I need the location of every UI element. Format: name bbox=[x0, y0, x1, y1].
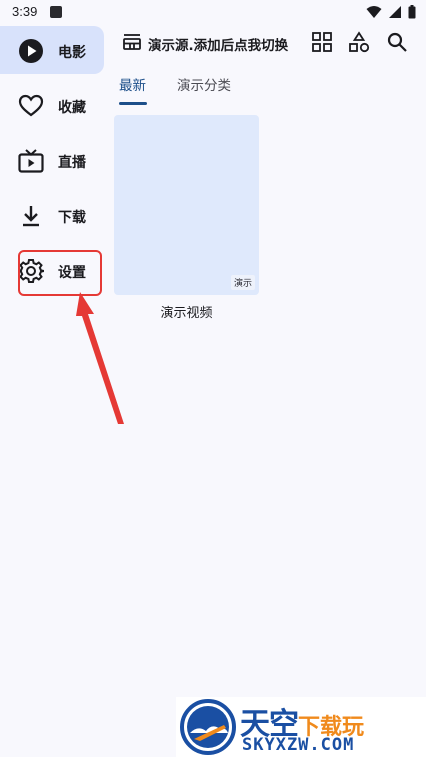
notification-app-icon bbox=[50, 6, 62, 18]
video-title[interactable]: 演示视频 bbox=[114, 302, 259, 321]
status-indicators bbox=[366, 4, 416, 20]
annotation-highlight-box bbox=[18, 250, 102, 296]
watermark-logo-icon bbox=[180, 699, 236, 755]
tab-demo-category[interactable]: 演示分类 bbox=[177, 74, 231, 94]
video-card[interactable]: 演示 演示视频 bbox=[114, 115, 259, 325]
status-time: 3:39 bbox=[12, 4, 38, 19]
shapes-icon[interactable] bbox=[348, 31, 370, 53]
sidebar-item-movies[interactable]: 电影 bbox=[0, 26, 104, 74]
grid-view-icon[interactable] bbox=[311, 31, 333, 53]
watermark-domain: SKYXZW.COM bbox=[242, 735, 355, 755]
sidebar-item-downloads[interactable]: 下载 bbox=[0, 191, 104, 239]
battery-icon bbox=[408, 5, 416, 19]
download-icon bbox=[23, 206, 39, 227]
sidebar-item-label: 直播 bbox=[58, 155, 86, 171]
source-switch-icon[interactable] bbox=[122, 32, 142, 52]
tab-indicator bbox=[119, 102, 147, 105]
video-badge: 演示 bbox=[230, 275, 255, 290]
site-watermark: 天空下载玩 SKYXZW.COM bbox=[176, 697, 426, 757]
top-app-bar: 演示源.添加后点我切换 bbox=[108, 24, 426, 64]
sidebar-item-label: 收藏 bbox=[58, 100, 86, 116]
wifi-icon bbox=[366, 6, 382, 18]
tab-latest[interactable]: 最新 bbox=[119, 74, 146, 94]
heart-icon bbox=[18, 94, 44, 117]
sidebar-item-favorites[interactable]: 收藏 bbox=[0, 81, 104, 129]
play-circle-icon bbox=[19, 39, 43, 63]
source-title[interactable]: 演示源.添加后点我切换 bbox=[148, 34, 288, 54]
sidebar-item-label: 电影 bbox=[58, 45, 86, 61]
cell-signal-icon bbox=[389, 6, 401, 18]
sidebar-item-label: 下载 bbox=[58, 210, 86, 226]
tv-icon bbox=[18, 149, 44, 173]
sidebar-nav: 电影 收藏 直播 下载 设置 bbox=[0, 24, 108, 704]
status-bar: 3:39 bbox=[0, 0, 426, 24]
category-tabs: 最新 演示分类 bbox=[108, 66, 426, 106]
search-icon[interactable] bbox=[386, 31, 408, 53]
video-thumbnail[interactable]: 演示 bbox=[114, 115, 259, 295]
sidebar-item-live[interactable]: 直播 bbox=[0, 136, 104, 184]
